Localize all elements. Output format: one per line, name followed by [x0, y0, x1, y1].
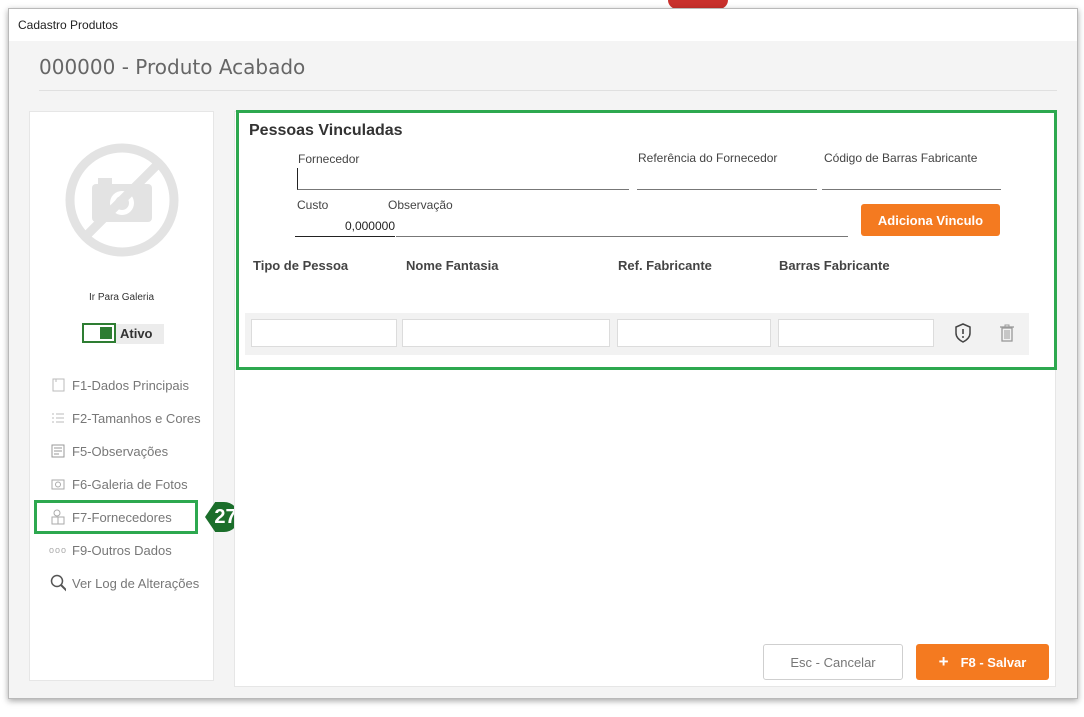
sidebar-item-log-alteracoes[interactable]: Ver Log de Alterações	[30, 571, 213, 595]
window-title: Cadastro Produtos	[18, 18, 119, 32]
custo-label: Custo	[297, 198, 329, 212]
codigo-barras-label: Código de Barras Fabricante	[824, 151, 978, 165]
sidebar: Ir Para Galeria Ativo F1-Dados Principai…	[29, 111, 214, 681]
column-header-ref-fabricante: Ref. Fabricante	[618, 258, 712, 273]
add-vinculo-button[interactable]: Adiciona Vinculo	[861, 204, 1000, 236]
fornecedor-label: Fornecedor	[298, 152, 360, 166]
cell-nome-fantasia[interactable]	[402, 319, 610, 347]
ref-fornecedor-label: Referência do Fornecedor	[638, 151, 778, 165]
sidebar-item-label: F6-Galeria de Fotos	[72, 476, 188, 492]
page-title: 000000 - Produto Acabado	[39, 55, 306, 79]
cell-ref-fabricante[interactable]	[617, 319, 771, 347]
column-header-barras-fabricante: Barras Fabricante	[779, 258, 890, 273]
section-title: Pessoas Vinculadas	[249, 122, 403, 139]
cancel-button[interactable]: Esc - Cancelar	[763, 644, 903, 680]
no-photo-icon	[64, 142, 180, 258]
list-icon	[50, 410, 66, 426]
document-icon	[50, 377, 66, 393]
observacao-label: Observação	[388, 198, 453, 212]
column-header-tipo-pessoa: Tipo de Pessoa	[253, 258, 349, 273]
shield-icon[interactable]	[952, 322, 974, 344]
gallery-link[interactable]: Ir Para Galeria	[30, 292, 213, 303]
observacao-input[interactable]	[396, 215, 848, 237]
sidebar-item-dados-principais[interactable]: F1-Dados Principais	[30, 373, 213, 397]
sidebar-item-label: F2-Tamanhos e Cores	[72, 410, 201, 426]
sidebar-item-galeria-fotos[interactable]: F6-Galeria de Fotos	[30, 472, 213, 496]
sidebar-item-label: Ver Log de Alterações	[72, 575, 200, 591]
highlight-box-fornecedores	[34, 500, 198, 534]
sidebar-item-observacoes[interactable]: F5-Observações	[30, 439, 213, 463]
ref-fornecedor-input[interactable]	[637, 168, 817, 190]
plus-icon: +	[938, 652, 949, 671]
sidebar-item-label: F9-Outros Dados	[72, 542, 172, 558]
notes-icon	[50, 443, 66, 459]
sidebar-item-label: F1-Dados Principais	[72, 377, 190, 393]
trash-icon[interactable]	[996, 322, 1018, 344]
sidebar-item-tamanhos-cores[interactable]: F2-Tamanhos e Cores	[30, 406, 213, 430]
column-header-nome-fantasia: Nome Fantasia	[406, 258, 499, 273]
custo-input[interactable]	[295, 215, 395, 237]
cell-tipo-pessoa[interactable]	[251, 319, 397, 347]
sidebar-item-label: F5-Observações	[72, 443, 169, 459]
camera-icon	[50, 476, 66, 492]
search-icon	[50, 574, 66, 592]
cell-barras-fabricante[interactable]	[778, 319, 934, 347]
fornecedor-input[interactable]	[297, 168, 629, 190]
save-button[interactable]: + F8 - Salvar	[916, 644, 1049, 680]
active-toggle[interactable]	[82, 323, 116, 343]
header-divider	[39, 90, 1057, 91]
active-toggle-label: Ativo	[116, 324, 164, 344]
more-icon: ooo	[48, 545, 68, 555]
toggle-knob	[100, 327, 112, 339]
title-bar: Cadastro Produtos	[9, 9, 1077, 41]
sidebar-item-outros-dados[interactable]: ooo F9-Outros Dados	[30, 538, 213, 562]
codigo-barras-input[interactable]	[822, 168, 1001, 190]
save-label: F8 - Salvar	[960, 655, 1027, 670]
